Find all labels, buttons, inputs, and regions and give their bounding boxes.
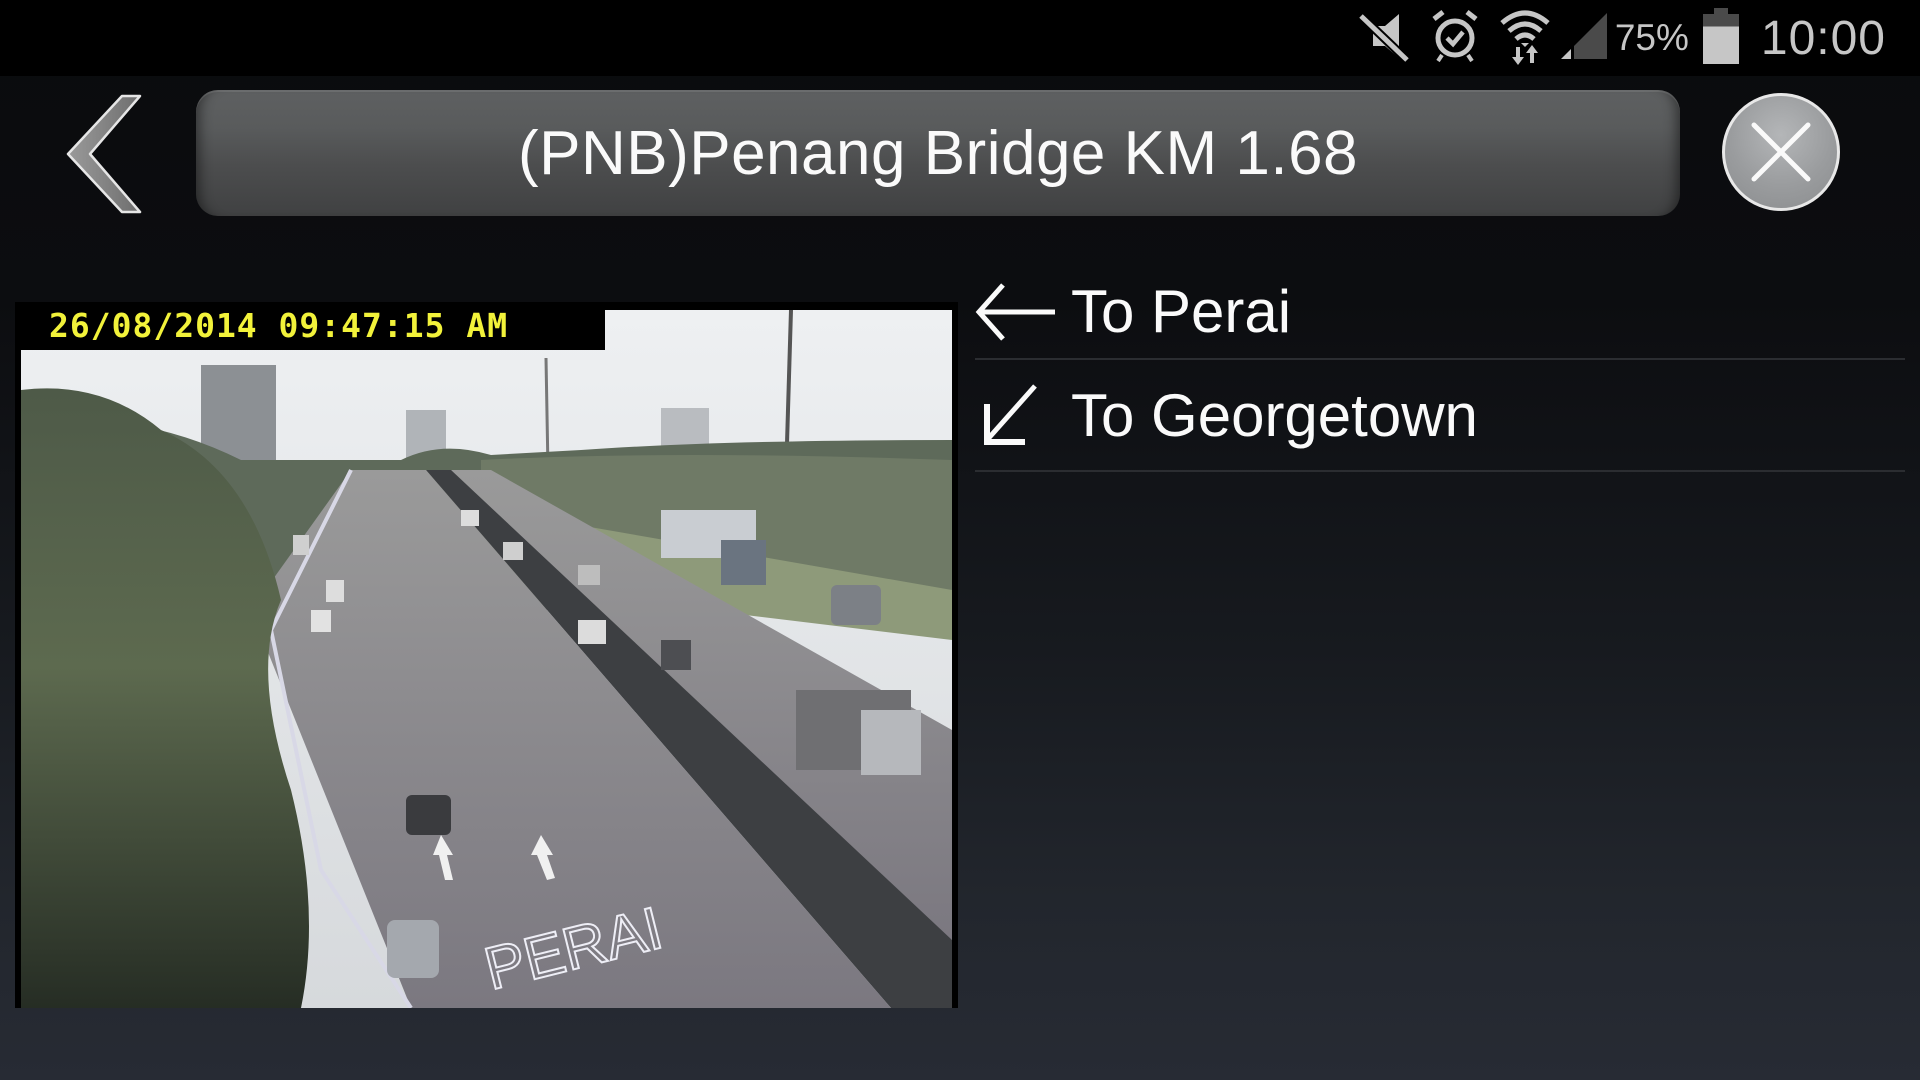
cellular-signal-icon xyxy=(1560,11,1609,65)
close-icon xyxy=(1751,122,1811,182)
clock: 10:00 xyxy=(1760,11,1886,65)
arrow-left-icon xyxy=(975,277,1061,347)
arrow-down-left-icon xyxy=(975,380,1061,450)
direction-item-perai[interactable]: To Perai xyxy=(975,265,1905,360)
title-bar: (PNB)Penang Bridge KM 1.68 xyxy=(196,90,1680,216)
page-title: (PNB)Penang Bridge KM 1.68 xyxy=(517,118,1359,188)
back-button[interactable] xyxy=(62,92,142,216)
alarm-icon xyxy=(1429,8,1481,68)
chevron-left-icon xyxy=(66,94,142,214)
battery-percent: 75% xyxy=(1614,17,1689,58)
battery-fill xyxy=(1702,26,1739,64)
mute-icon xyxy=(1355,8,1413,68)
wifi-data-icon xyxy=(1499,7,1551,69)
battery-icon xyxy=(1702,8,1739,68)
direction-item-georgetown[interactable]: To Georgetown xyxy=(975,360,1905,472)
status-bar: 75% 10:00 xyxy=(0,0,1920,76)
traffic-camera-image[interactable]: PERAI 26/08/2014 09:47:15 AM xyxy=(15,302,958,1008)
direction-label: To Georgetown xyxy=(1071,381,1478,449)
direction-label: To Perai xyxy=(1071,278,1292,345)
camera-scene: PERAI xyxy=(21,310,952,1008)
camera-timestamp: 26/08/2014 09:47:15 AM xyxy=(15,302,605,350)
close-button[interactable] xyxy=(1722,93,1840,211)
direction-list: To Perai To Georgetown xyxy=(975,265,1905,472)
